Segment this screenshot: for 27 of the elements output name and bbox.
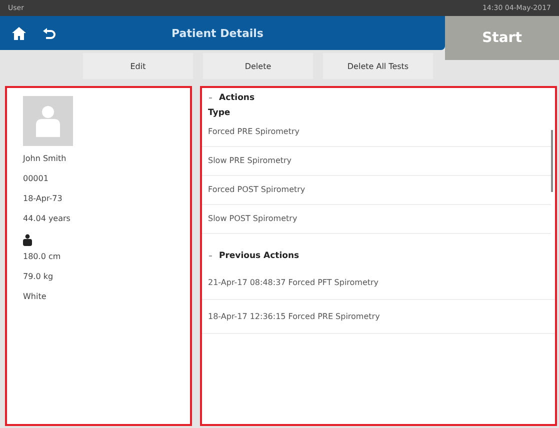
toolbar-button[interactable]: Delete (203, 53, 313, 79)
patient-id: 00001 (22, 174, 50, 185)
action-item[interactable]: Slow PRE Spirometry (202, 147, 551, 176)
section-title: Actions (219, 93, 255, 103)
patient-age: 44.04 years (22, 214, 72, 225)
avatar-icon (23, 96, 73, 146)
action-item[interactable]: Forced PRE Spirometry (202, 118, 551, 147)
person-icon (23, 234, 32, 246)
back-icon[interactable] (42, 26, 56, 40)
page-title: Patient Details (170, 26, 264, 40)
section-title: Previous Actions (219, 251, 300, 261)
previous-action-item[interactable]: 18-Apr-17 12:36:15 Forced PRE Spirometry (202, 300, 555, 334)
birth-date: 18-Apr-73 (22, 194, 64, 205)
patient-name: John Smith (22, 154, 68, 165)
collapse-icon[interactable] (208, 96, 213, 100)
patient-weight: 79.0 kg (22, 272, 54, 283)
scrollbar[interactable] (551, 130, 553, 192)
toolbar-button[interactable]: Delete All Tests (323, 53, 433, 79)
toolbar-button[interactable]: Edit (83, 53, 193, 79)
patient-ethnicity: White (22, 292, 48, 303)
previous-action-item[interactable]: 21-Apr-17 08:48:37 Forced PFT Spirometry (202, 266, 555, 300)
column-header: Type (207, 108, 232, 118)
patient-height: 180.0 cm (22, 252, 62, 263)
collapse-icon[interactable] (208, 254, 213, 258)
action-item[interactable]: Slow POST Spirometry (202, 205, 551, 234)
home-icon[interactable] (12, 26, 26, 40)
action-item[interactable]: Forced POST Spirometry (202, 176, 551, 205)
